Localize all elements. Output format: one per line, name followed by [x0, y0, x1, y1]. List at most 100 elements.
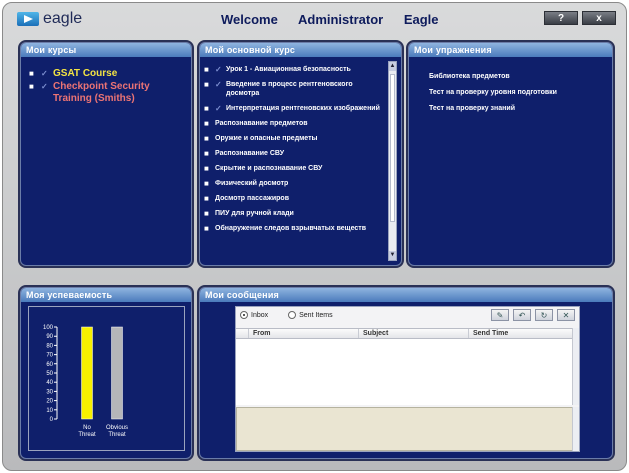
message-preview: [236, 407, 574, 451]
messages-table: From Subject Send Time: [236, 328, 574, 405]
panel-title: Мои сообщения: [200, 288, 612, 302]
lesson-label[interactable]: Досмотр пассажиров: [215, 194, 289, 203]
y-tick-label: 40: [46, 380, 53, 386]
lesson-label[interactable]: Урок 1 - Авиационная безопасность: [226, 65, 351, 74]
lesson-item[interactable]: ■ Досмотр пассажиров: [204, 194, 387, 203]
bullet-icon: ■: [29, 82, 34, 91]
y-tick-label: 50: [46, 371, 53, 377]
column-from[interactable]: From: [248, 329, 358, 338]
lesson-item[interactable]: ■ Обнаружение следов взрывчатых веществ: [204, 224, 387, 233]
lesson-label[interactable]: Скрытие и распознавание СВУ: [215, 164, 322, 173]
title-bar: eagle Welcome Administrator Eagle ? x: [3, 3, 628, 33]
x-tick-label: No: [83, 425, 91, 431]
lesson-item[interactable]: ■ Оружие и опасные предметы: [204, 134, 387, 143]
panel-title: Мои упражнения: [409, 43, 612, 57]
y-tick-label: 70: [46, 353, 53, 359]
lesson-label[interactable]: Введение в процесс рентгеновского досмот…: [226, 80, 387, 98]
lesson-item[interactable]: ■ Скрытие и распознавание СВУ: [204, 164, 387, 173]
my-courses-panel: Мои курсы ■ ✓ GSAT Course ■ ✓ Checkpoint…: [20, 42, 192, 266]
messages-panel: Мои сообщения Inbox Sent Items ✎ ↶ ↻ ✕ F…: [199, 287, 613, 459]
lesson-scrollbar[interactable]: ▲ ▼: [388, 61, 397, 261]
preview-scrollbar[interactable]: [572, 407, 579, 451]
check-icon: ✓: [215, 104, 222, 113]
bullet-icon: ■: [204, 179, 209, 188]
compose-icon[interactable]: ✎: [491, 309, 509, 321]
course-label[interactable]: Checkpoint Security Training (Smiths): [53, 81, 185, 105]
course-item[interactable]: ■ ✓ Checkpoint Security Training (Smiths…: [29, 81, 185, 105]
progress-chart-svg: 0102030405060708090100NoThreatObviousThr…: [43, 325, 128, 438]
delete-icon[interactable]: ✕: [557, 309, 575, 321]
lesson-label[interactable]: Распознавание предметов: [215, 119, 308, 128]
column-send-time[interactable]: Send Time: [468, 329, 574, 338]
lesson-label[interactable]: Физический досмотр: [215, 179, 288, 188]
x-tick-label: Obvious: [106, 425, 128, 431]
lesson-item[interactable]: ■ Распознавание предметов: [204, 119, 387, 128]
lesson-item[interactable]: ■ ✓ Интерпретация рентгеновских изображени…: [204, 104, 387, 113]
inbox-radio[interactable]: Inbox: [240, 311, 268, 319]
progress-chart: 0 10 20 30 40 50 60 70 80 90 100 No Threat Obvious Thr…: [28, 306, 185, 451]
bullet-icon: ■: [204, 65, 209, 74]
logo-text: eagle: [43, 10, 83, 27]
help-button[interactable]: ?: [544, 11, 578, 25]
lesson-item[interactable]: ■ Распознавание СВУ: [204, 149, 387, 158]
scroll-up-icon[interactable]: ▲: [389, 62, 396, 71]
bullet-icon: ■: [204, 134, 209, 143]
exercises-panel: Мои упражнения Библиотека предметов Тест…: [408, 42, 613, 266]
check-icon: ✓: [41, 69, 48, 78]
lesson-item[interactable]: ■ ✓ Урок 1 - Авиационная безопасность: [204, 65, 387, 74]
bar-1: [111, 326, 123, 420]
y-tick-label: 60: [46, 362, 53, 368]
course-label[interactable]: GSAT Course: [53, 68, 117, 80]
y-tick-label: 0: [50, 417, 54, 423]
message-box: Inbox Sent Items ✎ ↶ ↻ ✕ From Subject Se…: [235, 306, 580, 452]
refresh-icon[interactable]: ↻: [535, 309, 553, 321]
check-icon: ✓: [215, 80, 222, 89]
bullet-icon: ■: [204, 224, 209, 233]
progress-panel: Моя успеваемость 0 10 20 30 40 50 60 70 80 90 100 N…: [20, 287, 192, 459]
lesson-label[interactable]: Оружие и опасные предметы: [215, 134, 318, 143]
y-tick-label: 100: [43, 325, 54, 331]
radio-selected-icon: [240, 311, 248, 319]
y-tick-label: 20: [46, 399, 53, 405]
radio-icon: [288, 311, 297, 319]
lesson-label[interactable]: Распознавание СВУ: [215, 149, 284, 158]
messages-scrollbar[interactable]: [572, 328, 579, 405]
y-tick-label: 10: [46, 408, 53, 414]
x-tick-label: Threat: [78, 432, 96, 438]
bullet-icon: ■: [204, 209, 209, 218]
welcome-header: Welcome Administrator Eagle: [221, 12, 452, 27]
bullet-icon: ■: [204, 149, 209, 158]
inbox-label: Inbox: [251, 311, 269, 319]
user-name: Eagle: [403, 12, 439, 27]
lesson-label[interactable]: Обнаружение следов взрывчатых веществ: [215, 224, 366, 233]
bullet-icon: ■: [204, 80, 209, 89]
reply-icon[interactable]: ↶: [513, 309, 531, 321]
lesson-item[interactable]: ■ ✓ Введение в процесс рентгеновского досм…: [204, 80, 387, 98]
bullet-icon: ■: [204, 194, 209, 203]
panel-title: Мой основной курс: [200, 43, 401, 57]
panel-title: Моя успеваемость: [21, 288, 191, 302]
logo-arrow-icon: [17, 12, 39, 26]
sent-items-label: Sent Items: [299, 311, 333, 319]
exercise-item[interactable]: Тест на проверку уровня подготовки: [429, 88, 606, 97]
bullet-icon: ■: [204, 119, 209, 128]
lesson-label[interactable]: ПИУ для ручной клади: [215, 209, 294, 218]
panel-title: Мои курсы: [21, 43, 191, 57]
close-button[interactable]: x: [582, 11, 616, 25]
check-icon: ✓: [215, 65, 222, 74]
bullet-icon: ■: [204, 164, 209, 173]
scroll-down-icon[interactable]: ▼: [389, 251, 396, 260]
lesson-item[interactable]: ■ Физический досмотр: [204, 179, 387, 188]
exercise-item[interactable]: Библиотека предметов: [429, 72, 606, 81]
column-subject[interactable]: Subject: [358, 329, 468, 338]
y-tick-label: 80: [46, 343, 53, 349]
scrollbar-thumb[interactable]: [390, 74, 395, 222]
course-item[interactable]: ■ ✓ GSAT Course: [29, 68, 185, 80]
welcome-text: Welcome: [221, 12, 278, 27]
lesson-label[interactable]: Интерпретация рентгеновских изображений: [226, 104, 380, 113]
table-header: From Subject Send Time: [236, 329, 574, 339]
lesson-item[interactable]: ■ ПИУ для ручной клади: [204, 209, 387, 218]
exercise-item[interactable]: Тест на проверку знаний: [429, 104, 606, 113]
bullet-icon: ■: [29, 69, 34, 78]
sent-items-radio[interactable]: Sent Items: [288, 311, 333, 319]
